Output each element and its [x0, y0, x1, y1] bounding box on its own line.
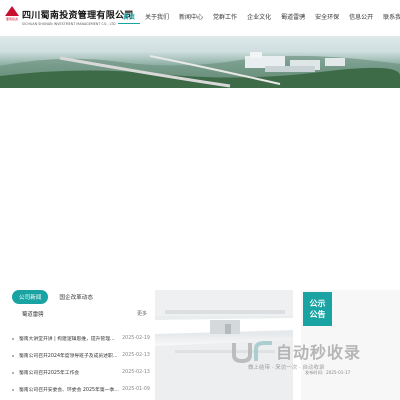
nav-safety[interactable]: 安全环保	[310, 12, 344, 24]
news-date: 2025-02-13	[122, 353, 150, 358]
main-nav: 首页 关于我们 新闻中心 党群工作 企业文化 蜀道雷骋 安全环保 信息公开 联系…	[118, 12, 400, 24]
news-date: 2025-01-09	[122, 387, 150, 392]
bullet-icon	[12, 354, 14, 357]
list-item[interactable]: 蜀南公司召开安委会、环委会 2025年第一季… 2025-01-09	[12, 381, 150, 398]
banner-scene-image	[0, 52, 400, 88]
notice-badge[interactable]: 公示 公告	[303, 292, 332, 326]
news-date: 2025-02-13	[122, 370, 150, 375]
nav-home[interactable]: 首页	[118, 12, 141, 24]
list-item[interactable]: 蜀南公司召开2025年工作会 2025-02-13	[12, 364, 150, 381]
bullet-icon	[12, 337, 14, 340]
nav-disclosure[interactable]: 信息公开	[344, 12, 378, 24]
logo-mark-icon	[5, 6, 19, 16]
company-logo[interactable]: 蜀南投资	[5, 6, 19, 22]
watermark-logo-icon	[232, 341, 272, 364]
nav-news[interactable]: 新闻中心	[174, 12, 208, 24]
company-name: 四川蜀南投资管理有限公司 SICHUAN SHUNAN INVESTMENT M…	[22, 8, 134, 26]
news-sub-label[interactable]: 蜀道雷骋	[22, 310, 44, 318]
watermark-subtext: 做上结带 · 来访一次 · 自动收录	[248, 365, 325, 371]
notice-badge-line2: 公告	[309, 310, 326, 319]
nav-culture[interactable]: 企业文化	[242, 12, 276, 24]
list-item[interactable]: 蜀南大讲堂开讲 | 构建逻辑思维，提升管理… 2025-02-19	[12, 330, 150, 347]
news-title[interactable]: 蜀南公司召开2024年度领导班子及成员述职…	[19, 352, 120, 359]
nav-contact[interactable]: 联系我们	[378, 12, 400, 24]
news-title[interactable]: 蜀南公司召开安委会、环委会 2025年第一季…	[19, 386, 120, 393]
news-date: 2025-02-19	[122, 336, 150, 341]
nav-about[interactable]: 关于我们	[140, 12, 174, 24]
more-link[interactable]: 更多	[137, 310, 147, 317]
company-name-cn: 四川蜀南投资管理有限公司	[22, 11, 134, 21]
bullet-icon	[12, 388, 14, 391]
news-title[interactable]: 蜀南公司召开2025年工作会	[19, 369, 120, 376]
tab-company-news[interactable]: 公司新闻	[12, 290, 49, 304]
site-header: 蜀南投资 四川蜀南投资管理有限公司 SICHUAN SHUNAN INVESTM…	[0, 0, 400, 36]
news-list: 蜀南大讲堂开讲 | 构建逻辑思维，提升管理… 2025-02-19 蜀南公司召开…	[12, 330, 150, 398]
news-tabs: 公司新闻 国企改革动态	[12, 290, 100, 304]
watermark: 自动秒收录 做上结带 · 来访一次 · 自动收录	[228, 337, 398, 377]
tab-reform-news[interactable]: 国企改革动态	[52, 290, 100, 304]
list-item[interactable]: 蜀南公司召开2024年度领导班子及成员述职… 2025-02-13	[12, 347, 150, 364]
company-name-en: SICHUAN SHUNAN INVESTMENT MANAGEMENT CO.…	[22, 22, 116, 26]
logo-text: 蜀南投资	[5, 17, 18, 21]
hero-banner	[0, 36, 400, 88]
nav-party[interactable]: 党群工作	[208, 12, 242, 24]
watermark-text: 自动秒收录	[276, 343, 362, 362]
notice-badge-line1: 公示	[309, 299, 326, 308]
bullet-icon	[12, 371, 14, 374]
news-title[interactable]: 蜀南大讲堂开讲 | 构建逻辑思维，提升管理…	[19, 335, 120, 342]
nav-shudao[interactable]: 蜀道雷骋	[276, 12, 310, 24]
